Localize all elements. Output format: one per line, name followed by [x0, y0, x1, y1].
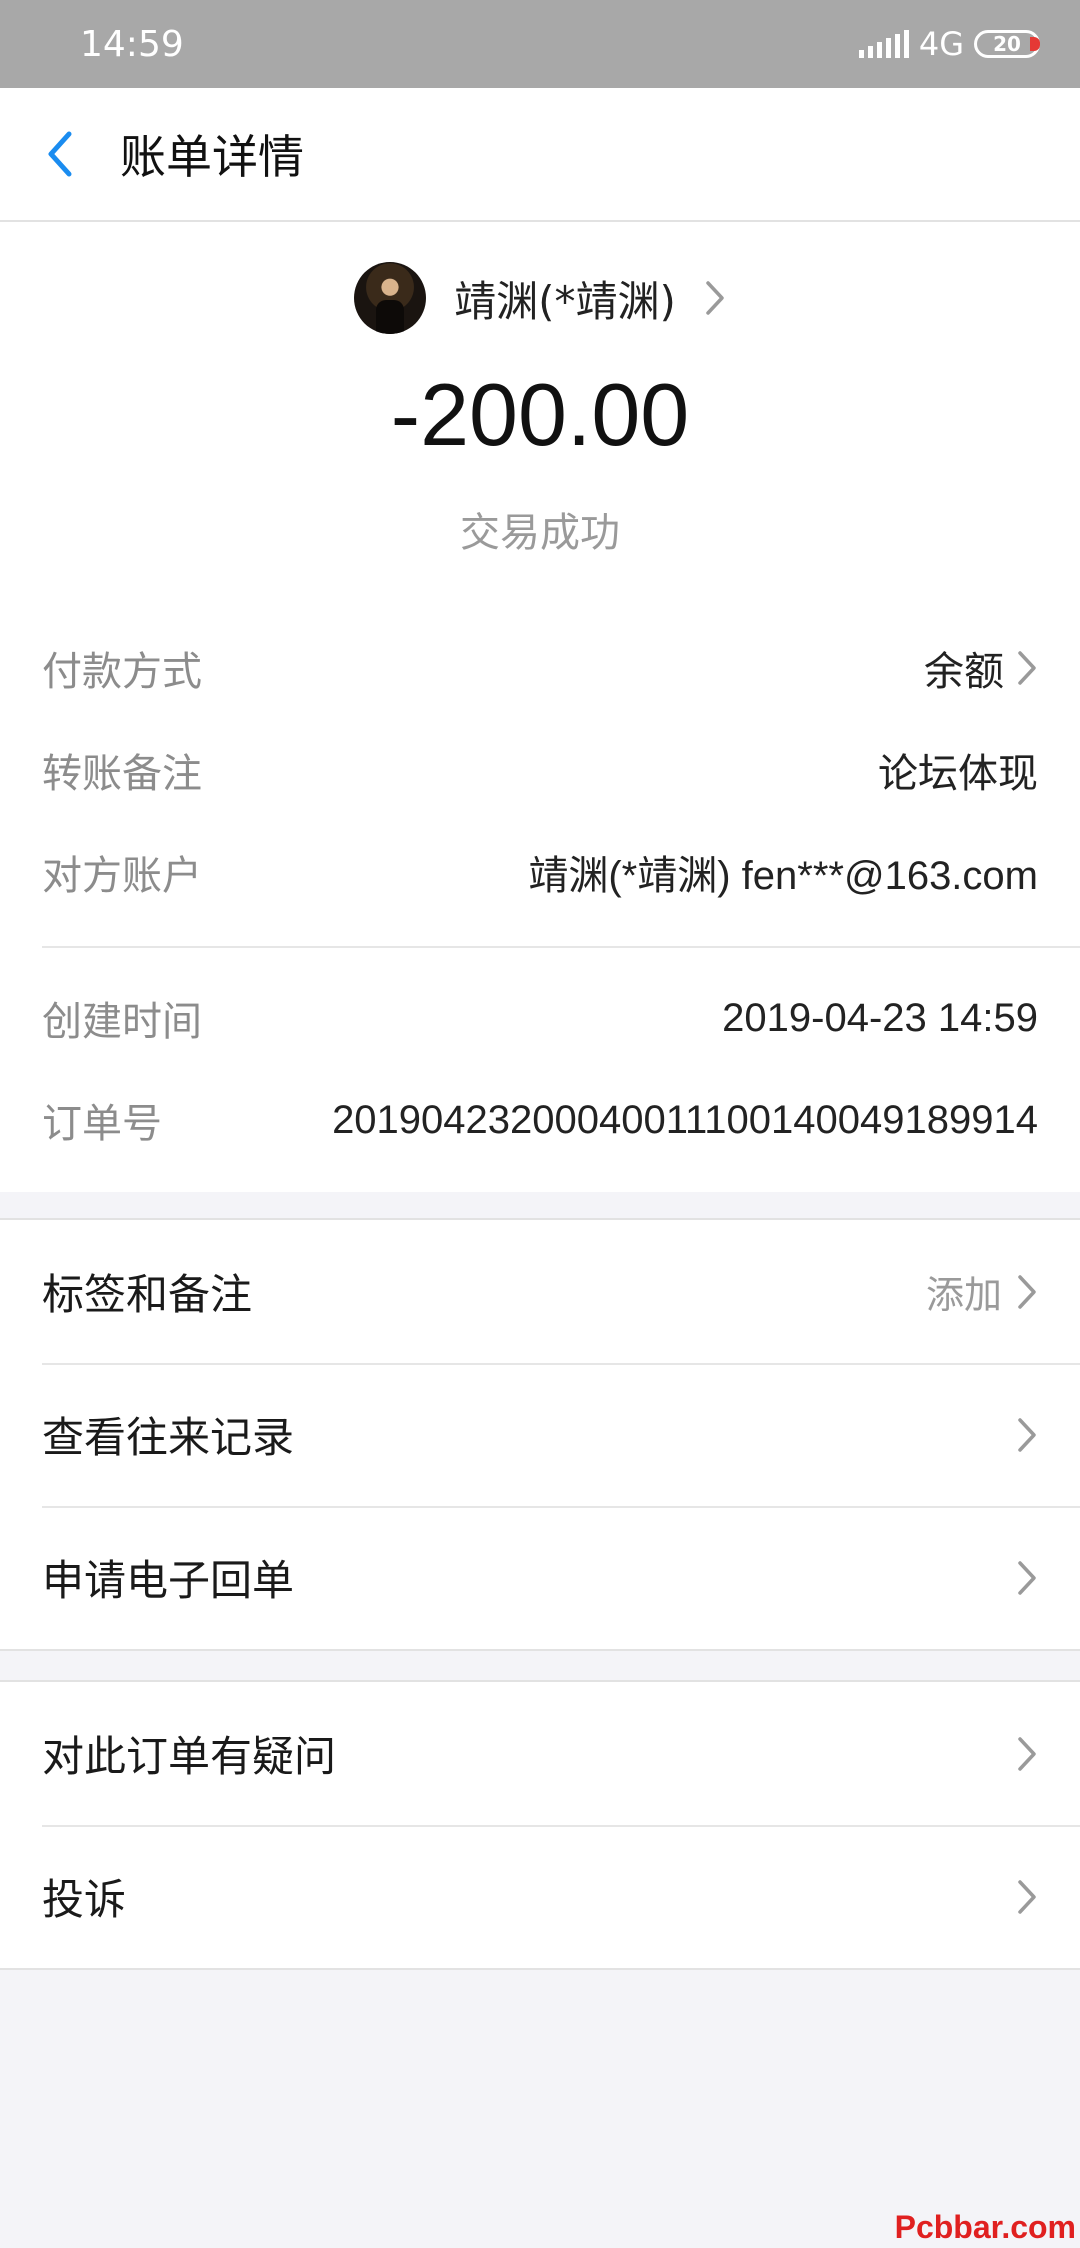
detail-value: 2019-04-23 14:59 [722, 995, 1038, 1040]
menu-label: 标签和备注 [42, 1270, 253, 1319]
avatar [354, 262, 427, 334]
network-label: 4G [918, 25, 964, 63]
chevron-left-icon [48, 131, 72, 177]
detail-label: 创建时间 [42, 999, 202, 1045]
detail-created-time: 创建时间 2019-04-23 14:59 [42, 988, 1038, 1048]
menu-group-support: 对此订单有疑问 投诉 [0, 1680, 1080, 1970]
add-hint: 添加 [925, 1273, 1002, 1317]
menu-group-actions: 标签和备注 添加 查看往来记录 申请电子回单 [0, 1218, 1080, 1651]
detail-value: 论坛体现 [878, 752, 1038, 796]
back-button[interactable] [0, 87, 120, 221]
detail-label: 转账备注 [42, 751, 202, 797]
chevron-right-icon [1018, 651, 1036, 685]
menu-label: 查看往来记录 [42, 1413, 295, 1462]
chevron-right-icon [1018, 1274, 1036, 1309]
menu-label: 投诉 [42, 1875, 127, 1924]
menu-item-complaint[interactable]: 投诉 [0, 1825, 1080, 1968]
status-indicators: 4G 20 [858, 25, 1040, 63]
divider [42, 946, 1080, 948]
detail-label: 订单号 [42, 1101, 162, 1147]
detail-value: 余额 [924, 639, 1038, 697]
page-title: 账单详情 [120, 130, 304, 184]
detail-value: 靖渊(*靖渊) fen***@163.com [528, 854, 1038, 898]
payee-name: 靖渊(*靖渊) [454, 276, 676, 326]
payee-row[interactable]: 靖渊(*靖渊) [0, 260, 1080, 336]
chevron-right-icon [1018, 1879, 1036, 1914]
detail-value: 20190423200040011100140049189914 [332, 1097, 1038, 1142]
chevron-right-icon [1018, 1560, 1036, 1595]
menu-right: 添加 [926, 1264, 1038, 1319]
transaction-summary: 靖渊(*靖渊) -200.00 交易成功 付款方式 余额 转账备注 论坛体现 对… [0, 222, 1080, 1192]
transaction-status: 交易成功 [460, 510, 620, 556]
detail-payment-method[interactable]: 付款方式 余额 [42, 638, 1038, 698]
detail-transfer-note: 转账备注 论坛体现 [42, 740, 1038, 800]
status-bar: 14:59 4G 20 [0, 0, 1080, 88]
detail-label: 对方账户 [42, 853, 202, 899]
menu-label: 申请电子回单 [42, 1556, 295, 1605]
watermark: Pcbbar.com [894, 2209, 1076, 2245]
detail-label: 付款方式 [42, 649, 202, 695]
transaction-amount: -200.00 [390, 365, 690, 464]
detail-counterparty-account: 对方账户 靖渊(*靖渊) fen***@163.com [42, 842, 1038, 902]
menu-item-order-question[interactable]: 对此订单有疑问 [0, 1682, 1080, 1825]
menu-item-view-history[interactable]: 查看往来记录 [0, 1363, 1080, 1506]
chevron-right-icon [706, 281, 724, 315]
signal-icon [858, 30, 909, 58]
battery-icon: 20 [974, 30, 1040, 58]
status-time: 14:59 [80, 23, 184, 65]
detail-order-number: 订单号 20190423200040011100140049189914 [42, 1090, 1038, 1150]
menu-label: 对此订单有疑问 [42, 1732, 337, 1781]
menu-item-e-receipt[interactable]: 申请电子回单 [0, 1506, 1080, 1649]
chevron-right-icon [1018, 1736, 1036, 1771]
menu-item-tags-notes[interactable]: 标签和备注 添加 [0, 1220, 1080, 1363]
nav-header: 账单详情 [0, 88, 1080, 222]
payment-method-value: 余额 [924, 650, 1004, 694]
chevron-right-icon [1018, 1417, 1036, 1452]
battery-level: 20 [993, 32, 1021, 56]
